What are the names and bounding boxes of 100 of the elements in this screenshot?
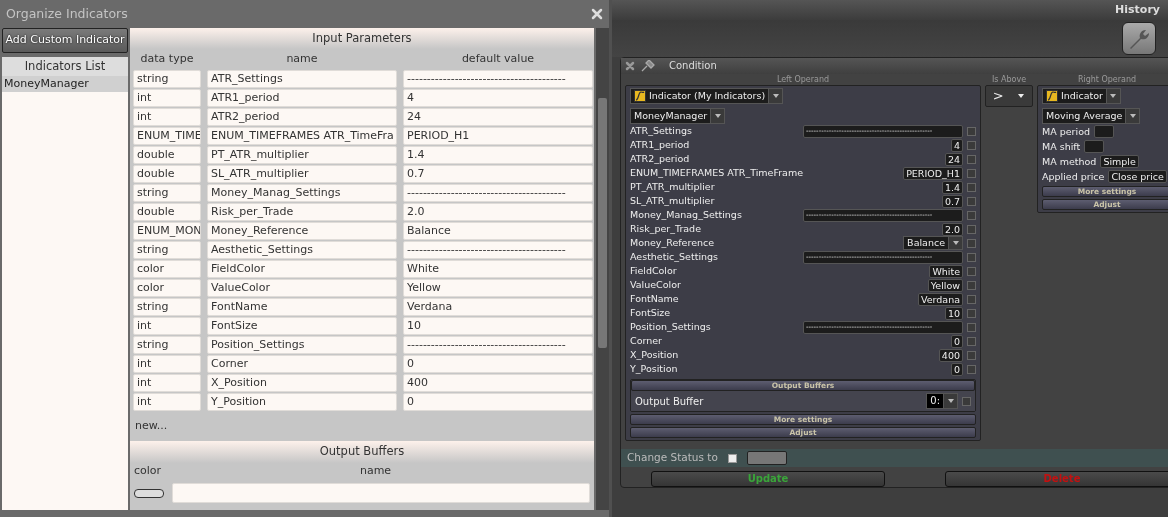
name-field[interactable]: ValueColor: [207, 278, 397, 297]
default-value-field[interactable]: ----------------------------------------: [403, 335, 593, 354]
data-type-field[interactable]: double: [133, 145, 201, 164]
default-value-field[interactable]: Yellow: [403, 278, 593, 297]
checkbox[interactable]: [967, 350, 976, 360]
data-type-field[interactable]: color: [133, 259, 201, 278]
checkbox[interactable]: [727, 453, 737, 463]
value-field[interactable]: 0: [950, 334, 963, 348]
default-value-field[interactable]: ----------------------------------------: [403, 69, 593, 88]
data-type-field[interactable]: ENUM_TIME: [133, 126, 201, 145]
checkbox[interactable]: [967, 126, 976, 136]
value-dropdown[interactable]: Balance: [903, 236, 963, 251]
default-value-field[interactable]: PERIOD_H1: [403, 126, 593, 145]
buffer-dropdown[interactable]: 0:: [926, 393, 958, 410]
default-value-field[interactable]: Verdana: [403, 297, 593, 316]
default-value-field[interactable]: 4: [403, 88, 593, 107]
value-field[interactable]: 0.7: [941, 194, 963, 208]
name-field[interactable]: X_Position: [207, 373, 397, 392]
add-custom-indicator-button[interactable]: Add Custom Indicator: [2, 28, 128, 53]
name-field[interactable]: FieldColor: [207, 259, 397, 278]
close-icon[interactable]: [625, 61, 635, 71]
checkbox[interactable]: [962, 396, 971, 406]
default-value-field[interactable]: 24: [403, 107, 593, 126]
checkbox[interactable]: [967, 322, 976, 332]
name-field[interactable]: Aesthetic_Settings: [207, 240, 397, 259]
checkbox[interactable]: [967, 294, 976, 304]
value-field[interactable]: Yellow: [927, 278, 963, 292]
default-value-field[interactable]: ----------------------------------------: [403, 240, 593, 259]
data-type-field[interactable]: int: [133, 107, 201, 126]
value-field[interactable]: Simple: [1100, 155, 1139, 169]
status-field[interactable]: [746, 451, 787, 466]
name-field[interactable]: SL_ATR_multiplier: [207, 164, 397, 183]
checkbox[interactable]: [967, 154, 976, 164]
name-field[interactable]: FontSize: [207, 316, 397, 335]
data-type-field[interactable]: string: [133, 335, 201, 354]
checkbox[interactable]: [967, 182, 976, 192]
default-value-field[interactable]: 0: [403, 354, 593, 373]
checkbox[interactable]: [967, 336, 976, 346]
default-value-field[interactable]: 0: [403, 392, 593, 411]
color-swatch[interactable]: [134, 488, 164, 498]
checkbox[interactable]: [967, 364, 976, 374]
checkbox[interactable]: [967, 224, 976, 234]
data-type-field[interactable]: int: [133, 88, 201, 107]
value-field[interactable]: 400: [938, 348, 963, 362]
default-value-field[interactable]: ----------------------------------------: [403, 183, 593, 202]
data-type-field[interactable]: string: [133, 240, 201, 259]
default-value-field[interactable]: White: [403, 259, 593, 278]
value-field[interactable]: White: [929, 264, 963, 278]
source-dropdown[interactable]: Indicator (My Indicators): [630, 88, 784, 104]
value-field[interactable]: 2.0: [941, 222, 963, 236]
name-input-field[interactable]: [172, 483, 590, 503]
checkbox[interactable]: [967, 266, 976, 276]
name-field[interactable]: ATR2_period: [207, 107, 397, 126]
name-field[interactable]: ENUM_TIMEFRAMES ATR_TimeFra: [207, 126, 397, 145]
value-field[interactable]: PERIOD_H1: [903, 166, 963, 180]
value-field[interactable]: [1084, 140, 1105, 154]
checkbox[interactable]: [967, 168, 976, 178]
checkbox[interactable]: [967, 196, 976, 206]
data-type-field[interactable]: string: [133, 297, 201, 316]
name-field[interactable]: FontName: [207, 297, 397, 316]
scrollbar[interactable]: [596, 28, 609, 510]
value-field[interactable]: 1.4: [941, 180, 963, 194]
data-type-field[interactable]: double: [133, 202, 201, 221]
name-field[interactable]: ATR1_period: [207, 88, 397, 107]
name-field[interactable]: Risk_per_Trade: [207, 202, 397, 221]
data-type-field[interactable]: int: [133, 354, 201, 373]
value-field[interactable]: 0: [950, 362, 963, 376]
selection-dropdown[interactable]: MoneyManager: [630, 108, 726, 125]
default-value-field[interactable]: 1.4: [403, 145, 593, 164]
data-type-field[interactable]: string: [133, 183, 201, 202]
name-field[interactable]: Money_Reference: [207, 221, 397, 240]
data-type-field[interactable]: int: [133, 392, 201, 411]
name-field[interactable]: Money_Manag_Settings: [207, 183, 397, 202]
default-value-field[interactable]: 0.7: [403, 164, 593, 183]
value-field[interactable]: 10: [944, 306, 963, 320]
value-field[interactable]: [1094, 125, 1114, 139]
name-field[interactable]: PT_ATR_multiplier: [207, 145, 397, 164]
value-field[interactable]: Verdana: [917, 292, 963, 306]
default-value-field[interactable]: 2.0: [403, 202, 593, 221]
value-field[interactable]: 24: [944, 152, 963, 166]
checkbox[interactable]: [967, 308, 976, 318]
checkbox[interactable]: [967, 238, 976, 248]
data-type-field[interactable]: double: [133, 164, 201, 183]
data-type-field[interactable]: int: [133, 373, 201, 392]
value-field[interactable]: 4: [950, 138, 963, 152]
name-field[interactable]: ATR_Settings: [207, 69, 397, 88]
new-link[interactable]: new...: [135, 418, 168, 432]
comparator-dropdown[interactable]: >: [985, 85, 1033, 107]
value-field[interactable]: Close price: [1108, 170, 1167, 184]
default-value-field[interactable]: 400: [403, 373, 593, 392]
checkbox[interactable]: [967, 210, 976, 220]
checkbox[interactable]: [967, 140, 976, 150]
checkbox[interactable]: [967, 280, 976, 290]
selection-dropdown[interactable]: Moving Average: [1042, 108, 1141, 125]
data-type-field[interactable]: ENUM_MON: [133, 221, 201, 240]
name-field[interactable]: Y_Position: [207, 392, 397, 411]
settings-button[interactable]: [1122, 22, 1156, 55]
default-value-field[interactable]: 10: [403, 316, 593, 335]
name-field[interactable]: Position_Settings: [207, 335, 397, 354]
checkbox[interactable]: [967, 252, 976, 262]
